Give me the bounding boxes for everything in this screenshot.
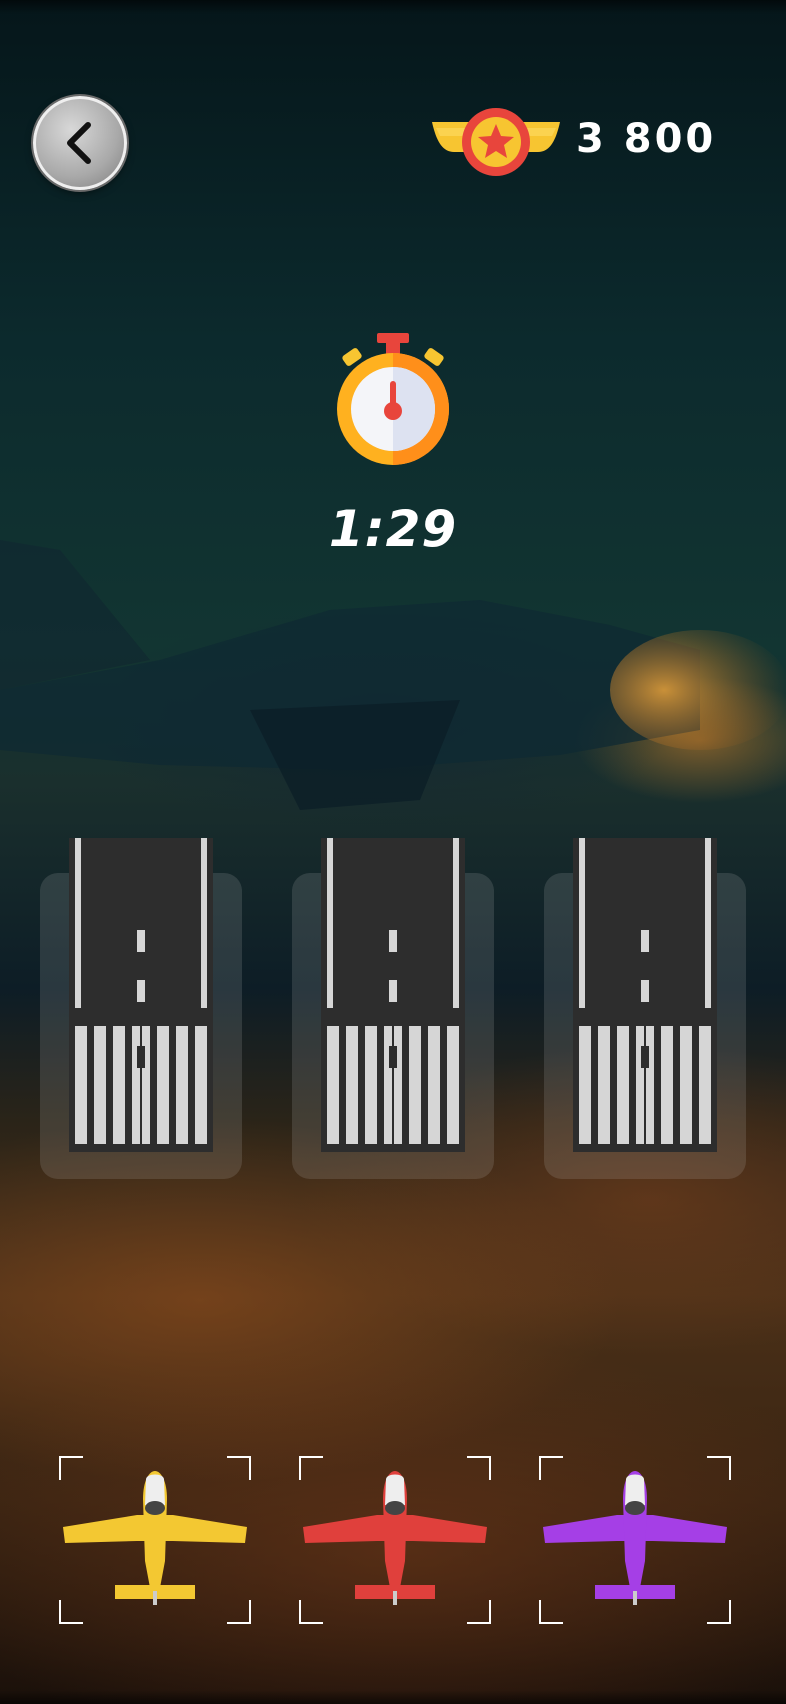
stopwatch-icon [337, 333, 449, 465]
plane-yellow-icon[interactable] [59, 1471, 251, 1611]
runway-1[interactable] [69, 838, 213, 1152]
top-edge-shade [0, 0, 786, 14]
plane-slot-yellow[interactable] [59, 1456, 251, 1624]
plane-red-icon[interactable] [299, 1471, 491, 1611]
plane-slot-red[interactable] [299, 1456, 491, 1624]
plane-purple-icon[interactable] [539, 1471, 731, 1611]
bottom-edge-shade [0, 1690, 786, 1704]
score-value: 3 800 [576, 116, 717, 162]
plane-slot-purple[interactable] [539, 1456, 731, 1624]
runway-2[interactable] [321, 838, 465, 1152]
chevron-left-icon [67, 122, 91, 164]
runway-3[interactable] [573, 838, 717, 1152]
timer-value: 1:29 [328, 500, 458, 558]
winged-star-badge-icon [432, 108, 560, 176]
background-jet-image [0, 540, 786, 810]
back-button[interactable] [33, 96, 127, 190]
score-display: 3 800 [430, 104, 750, 180]
